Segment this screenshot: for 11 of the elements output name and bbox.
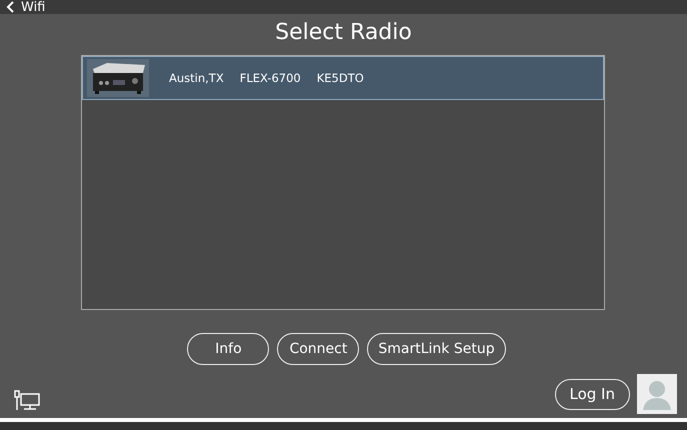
back-button[interactable]: Wifi [0, 0, 46, 14]
action-button[interactable]: Info [187, 333, 270, 365]
login-button[interactable]: Log In [554, 378, 630, 410]
callsign-text: KE5DTO [316, 71, 364, 85]
action-button[interactable]: SmartLink Setup [367, 333, 506, 365]
model-text: FLEX-6700 [240, 71, 301, 85]
page-title: Select Radio [274, 19, 413, 47]
location-text: Austin,TX [169, 71, 224, 85]
radio-row[interactable]: Austin,TX FLEX-6700 KE5DTO [82, 56, 604, 100]
back-icon [6, 1, 16, 13]
action-button[interactable]: Connect [277, 333, 360, 365]
